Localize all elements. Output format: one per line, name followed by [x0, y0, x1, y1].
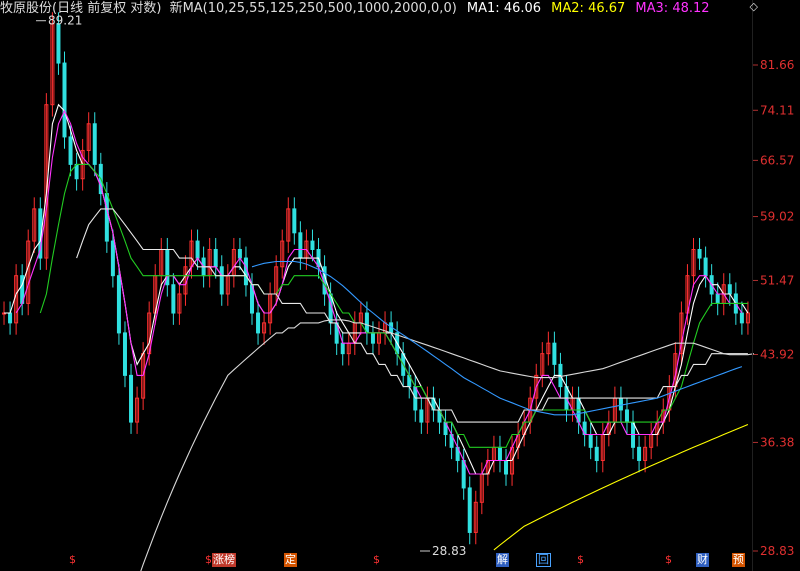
ma-line-1	[4, 103, 749, 475]
stock-title[interactable]: 牧原股份(日线 前复权 对数)	[0, 1, 161, 16]
candle-body	[461, 459, 466, 489]
candle-body	[310, 240, 315, 250]
y-tick-label: 81.66	[760, 58, 794, 72]
candle-body	[697, 248, 702, 259]
event-marker[interactable]: 涨榜	[211, 553, 236, 567]
event-marker[interactable]: $	[664, 553, 673, 567]
candle-body	[104, 193, 109, 242]
chart-canvas[interactable]: 81.66 74.11 66.57 59.02 51.47 43.92 36.38 28.83…	[0, 0, 800, 571]
y-tick-label: 43.92	[760, 348, 794, 362]
candle-body	[552, 342, 557, 365]
candle-body	[497, 446, 502, 461]
candle-body	[116, 275, 121, 334]
candle-body	[292, 208, 297, 234]
candle-body	[419, 409, 424, 423]
candle-body	[8, 312, 13, 324]
event-marker[interactable]: 定	[283, 553, 297, 567]
candle-body	[340, 342, 345, 355]
candle-body	[703, 257, 708, 277]
candle-body	[237, 248, 242, 259]
ma-indicator-label[interactable]: 新MA(10,25,55,125,250,500,1000,2000,0,0)	[170, 1, 457, 16]
ma2-value: MA2: 46.67	[551, 1, 626, 16]
candle-body	[213, 248, 218, 268]
candle-body	[74, 163, 79, 180]
ma3-value: MA3: 48.12	[635, 1, 710, 16]
candle-body	[467, 487, 472, 533]
candle-body	[637, 446, 642, 461]
y-tick-label: 36.38	[760, 435, 794, 449]
candle-body	[129, 374, 134, 423]
ma-line-5	[76, 208, 748, 423]
candle-body	[171, 284, 176, 314]
event-marker[interactable]: 回	[535, 553, 551, 567]
candle-body	[727, 284, 732, 295]
candle-body	[370, 332, 375, 344]
y-tick-label: 28.83	[760, 544, 794, 558]
ma1-value: MA1: 46.06	[466, 1, 542, 16]
y-tick-label: 66.57	[760, 153, 794, 167]
event-marker[interactable]: 预	[731, 553, 745, 567]
candle-body	[195, 240, 200, 259]
candle-body	[62, 62, 67, 138]
candle-body	[56, 23, 61, 64]
candle-body	[588, 434, 593, 448]
candle-body	[68, 136, 73, 165]
candle-body	[364, 312, 369, 334]
y-tick-label: 59.02	[760, 210, 794, 224]
event-marker[interactable]: $	[68, 553, 77, 567]
ma-line-4	[39, 163, 748, 448]
indicator-settings-icon[interactable]: ◇	[750, 0, 758, 13]
annotation-label: 28.83	[432, 544, 466, 558]
candle-body	[624, 409, 629, 423]
event-marker[interactable]: $	[576, 553, 585, 567]
candle-body	[594, 446, 599, 461]
candle-body	[715, 293, 720, 304]
y-tick-label: 74.11	[760, 103, 794, 117]
candle-body	[256, 312, 261, 334]
candle-body	[618, 397, 623, 411]
candle-body	[219, 266, 224, 295]
y-tick-label: 51.47	[760, 273, 794, 287]
event-marker[interactable]: 财	[695, 553, 709, 567]
candle-body	[122, 332, 127, 376]
candle-body	[110, 240, 115, 277]
candle-body	[504, 459, 509, 475]
event-marker[interactable]: $	[372, 553, 381, 567]
price-chart[interactable]: 81.66 74.11 66.57 59.02 51.47 43.92 36.38 28.83…	[0, 0, 800, 571]
chart-header: 牧原股份(日线 前复权 对数) 新MA(10,25,55,125,250,500…	[0, 0, 800, 18]
candle-body	[92, 123, 97, 165]
ma-line-6	[140, 319, 755, 571]
candle-body	[298, 232, 303, 259]
ma-line-2	[493, 423, 749, 551]
event-marker[interactable]: 解	[495, 553, 509, 567]
event-marker[interactable]: $	[204, 553, 213, 567]
candle-body	[739, 312, 744, 324]
axis-separator	[752, 0, 753, 571]
